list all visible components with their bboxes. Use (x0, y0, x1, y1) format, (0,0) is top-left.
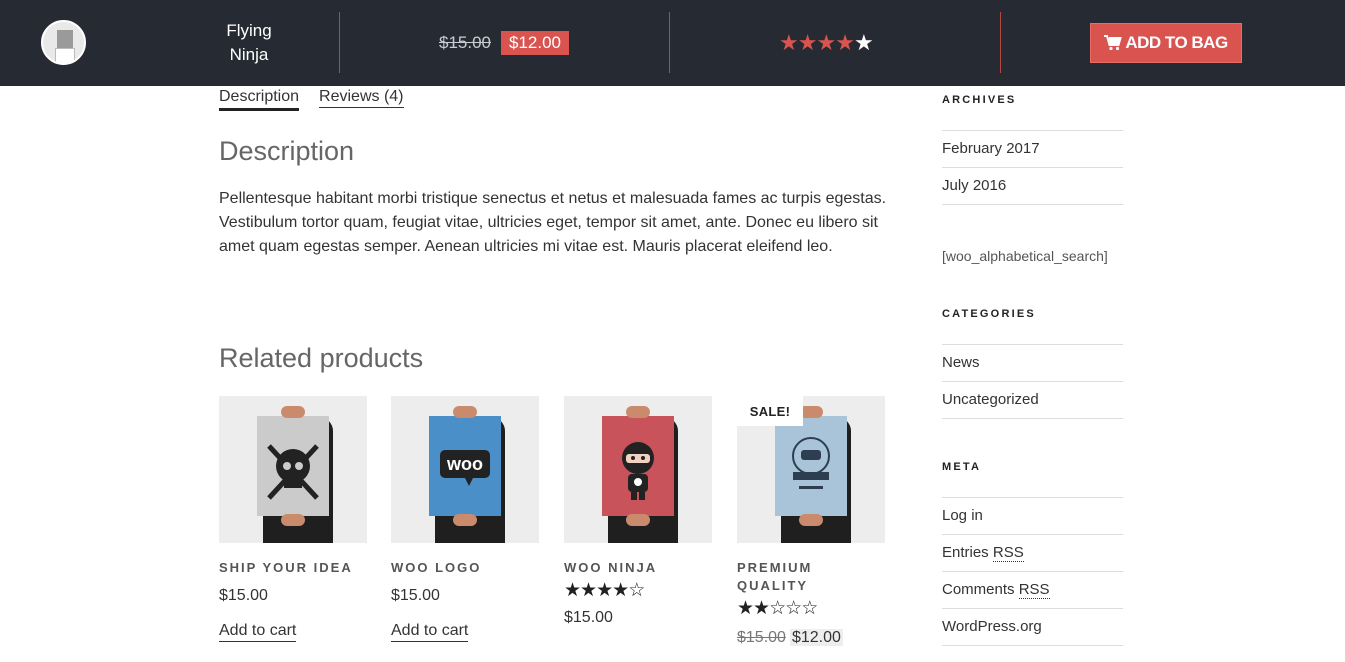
add-to-cart-button[interactable]: Add to cart (219, 621, 297, 642)
alphabetical-search-shortcode: [woo_alphabetical_search] (942, 248, 1108, 264)
archives-title: ARCHIVES (942, 94, 1017, 106)
star-empty-icon: ☆ (769, 598, 786, 619)
add-to-bag-button[interactable]: ADD TO BAG (1090, 23, 1242, 63)
product-name[interactable]: SHIP YOUR IDEA (219, 559, 367, 577)
product-image[interactable] (219, 396, 367, 543)
product-price: $15.00 (219, 587, 268, 604)
star-icon: ★ (816, 30, 836, 55)
star-icon: ★ (737, 598, 754, 619)
sale-badge: SALE! (737, 396, 803, 426)
divider (669, 12, 670, 73)
meta-entries-rss-link[interactable]: Entries RSS (942, 535, 1123, 572)
product-tabs: Description Reviews (4) (219, 86, 424, 111)
archive-link[interactable]: July 2016 (942, 168, 1123, 205)
product-price: $15.00 (564, 609, 613, 626)
woo-logo-icon: woo (429, 416, 501, 516)
sidebar: ARCHIVES February 2017 July 2016 [woo_al… (942, 86, 1123, 646)
tab-description[interactable]: Description (219, 86, 300, 111)
sticky-rating-stars: ★★★★★ (779, 30, 874, 56)
star-empty-icon: ☆ (785, 598, 802, 619)
archive-link[interactable]: February 2017 (942, 131, 1123, 168)
badge-icon (775, 416, 847, 516)
description-heading: Description (219, 136, 355, 166)
ninja-icon (602, 416, 674, 516)
star-icon: ★ (779, 30, 799, 55)
product-card: SALE! PREMIUM QUALITY ★★☆☆☆ $15.00 $12.00 (737, 396, 885, 649)
product-price: $15.00 $12.00 (737, 627, 885, 649)
product-image[interactable]: SALE! (737, 396, 885, 543)
add-to-cart-button[interactable]: Add to cart (391, 621, 469, 642)
meta-wordpress-link[interactable]: WordPress.org (942, 609, 1123, 646)
product-card: SHIP YOUR IDEA $15.00 Add to cart (219, 396, 367, 642)
meta-list: Log in Entries RSS Comments RSS WordPres… (942, 497, 1123, 646)
sticky-product-title: Flying Ninja (226, 21, 272, 64)
meta-comments-rss-link[interactable]: Comments RSS (942, 572, 1123, 609)
star-empty-icon: ☆ (801, 598, 818, 619)
meta-title: META (942, 461, 982, 473)
star-icon: ★ (797, 30, 818, 55)
star-icon: ★ (596, 580, 613, 601)
categories-title: CATEGORIES (942, 308, 1036, 320)
product-card: WOO NINJA ★★★★☆ $15.00 (564, 396, 712, 629)
divider (1000, 12, 1001, 73)
star-icon: ★ (580, 580, 597, 601)
category-link[interactable]: Uncategorized (942, 382, 1123, 419)
sticky-price-new: $12.00 (501, 31, 569, 55)
product-price: $15.00 (391, 587, 440, 604)
product-thumbnail[interactable] (41, 20, 86, 65)
sticky-price: $15.00 $12.00 (439, 31, 569, 55)
star-empty-icon: ★ (853, 30, 874, 55)
description-text: Pellentesque habitant morbi tristique se… (219, 190, 887, 255)
product-rating: ★★★★☆ (564, 579, 712, 603)
tab-reviews[interactable]: Reviews (4) (319, 86, 404, 108)
star-icon: ★ (753, 598, 770, 619)
product-rating: ★★☆☆☆ (737, 597, 885, 621)
categories-list: News Uncategorized (942, 344, 1123, 419)
category-link[interactable]: News (942, 345, 1123, 382)
shopping-cart-icon (1104, 35, 1123, 51)
add-to-bag-label: ADD TO BAG (1125, 33, 1228, 52)
skull-icon (257, 416, 329, 516)
star-empty-icon: ☆ (628, 580, 645, 601)
meta-login-link[interactable]: Log in (942, 498, 1123, 535)
sticky-price-old: $15.00 (439, 33, 491, 52)
product-name[interactable]: WOO NINJA (564, 559, 712, 577)
woo-logo-text: woo (446, 454, 483, 474)
star-icon: ★ (612, 580, 629, 601)
related-products-heading: Related products (219, 343, 424, 373)
product-card: woo WOO LOGO $15.00 Add to cart (391, 396, 539, 642)
product-name[interactable]: PREMIUM QUALITY (737, 559, 885, 595)
sticky-add-to-cart-bar: Flying Ninja $15.00 $12.00 ★★★★★ ADD TO … (0, 0, 1345, 86)
divider (339, 12, 340, 73)
product-price-new: $12.00 (789, 629, 843, 646)
product-price-old: $15.00 (737, 629, 786, 646)
star-icon: ★ (564, 580, 581, 601)
product-image[interactable]: woo (391, 396, 539, 543)
star-icon: ★ (835, 30, 855, 55)
product-image[interactable] (564, 396, 712, 543)
product-name[interactable]: WOO LOGO (391, 559, 539, 577)
archives-list: February 2017 July 2016 (942, 130, 1123, 205)
